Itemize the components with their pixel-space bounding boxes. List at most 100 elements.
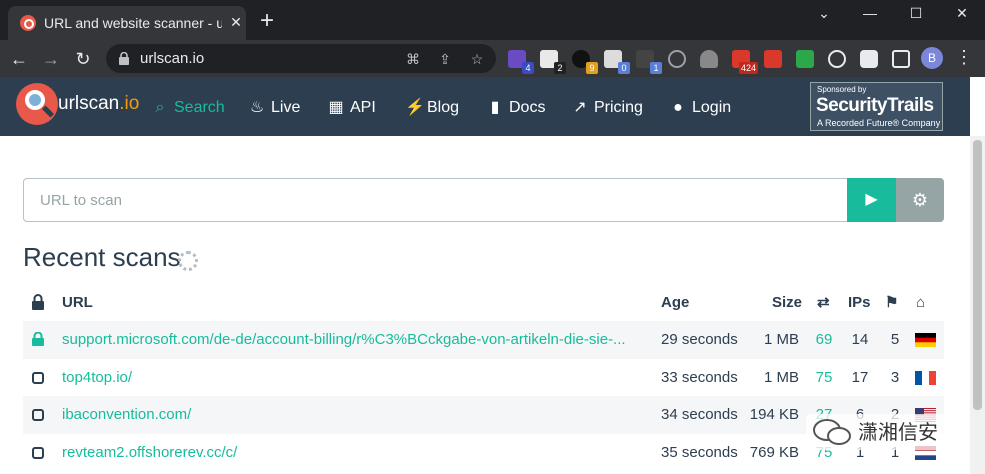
share-icon[interactable]: ⇪ xyxy=(436,50,454,68)
nav-pricing-label: Pricing xyxy=(594,99,643,116)
flag-icon[interactable]: ⚑ xyxy=(885,293,898,313)
address-bar[interactable]: urlscan.io ⌘ ⇪ ☆ xyxy=(106,44,496,73)
new-tab-button[interactable]: + xyxy=(256,9,278,33)
lock-icon xyxy=(119,52,129,65)
recent-scans-heading: Recent scans xyxy=(23,242,181,272)
bookmark-star-icon[interactable]: ☆ xyxy=(468,50,486,68)
nav-search[interactable]: ⌕ Search xyxy=(152,97,225,119)
sponsor-subtitle: A Recorded Future® Company xyxy=(817,118,941,128)
extension-2-icon[interactable]: 2 xyxy=(540,50,566,74)
fire-icon: ♨ xyxy=(249,99,265,116)
extension-10-icon[interactable] xyxy=(796,50,814,68)
logo-name: urlscan xyxy=(58,93,120,114)
table-row[interactable]: top4top.io/ 33 seconds 1 MB 75 17 3 xyxy=(23,359,944,397)
extension-8-icon[interactable]: 424 xyxy=(732,50,758,74)
extension-2-badge: 2 xyxy=(554,62,566,74)
address-text: urlscan.io xyxy=(140,50,205,67)
nav-live[interactable]: ♨ Live xyxy=(249,97,301,119)
extension-3-badge: 9 xyxy=(586,62,598,74)
user-icon: ● xyxy=(673,99,683,116)
extension-5-icon[interactable]: 1 xyxy=(636,50,662,74)
scan-size: 194 KB xyxy=(749,406,799,423)
nav-api[interactable]: ▦ API xyxy=(328,97,376,119)
watermark-text: 潇湘信安 xyxy=(858,422,938,444)
ips-column-header[interactable]: IPs xyxy=(848,293,871,313)
magnifier-handle xyxy=(41,105,55,118)
extension-5-badge: 1 xyxy=(650,62,662,74)
scan-requests[interactable]: 75 xyxy=(812,369,836,387)
logo-suffix: .io xyxy=(119,93,140,114)
scan-size: 1 MB xyxy=(763,369,799,386)
logo-text[interactable]: urlscan.io xyxy=(58,93,139,115)
urlscan-favicon-icon xyxy=(20,15,36,31)
age-column-header[interactable]: Age xyxy=(661,293,689,313)
scan-requests[interactable]: 69 xyxy=(812,331,836,349)
qrcode-icon: ▦ xyxy=(328,99,344,116)
scan-size: 769 KB xyxy=(749,444,799,461)
scan-ips: 17 xyxy=(851,369,869,386)
wechat-logo-icon xyxy=(813,419,851,445)
back-arrow-icon[interactable]: ← xyxy=(8,48,30,70)
size-column-header[interactable]: Size xyxy=(772,293,802,313)
nav-docs-label: Docs xyxy=(509,99,546,116)
forward-arrow-icon[interactable]: → xyxy=(40,48,62,70)
france-flag-icon xyxy=(915,371,936,385)
nav-search-label: Search xyxy=(174,99,225,116)
site-header: urlscan.io ⌕ Search ♨ Live ▦ API ⚡ Blog ▮ Doc… xyxy=(0,77,970,136)
external-link-icon: ↗ xyxy=(573,99,587,116)
tab-title: URL and website scanner - urlscan.io xyxy=(44,15,222,31)
extension-11-icon[interactable] xyxy=(828,50,846,68)
minimize-button[interactable]: — xyxy=(852,4,888,22)
gear-icon: ⚙ xyxy=(911,190,929,210)
reload-icon[interactable]: ↻ xyxy=(72,48,94,70)
sponsor-name: SecurityTrails xyxy=(816,95,934,116)
bookmark-icon: ▮ xyxy=(490,99,500,116)
scan-options-button[interactable]: ⚙ xyxy=(896,178,944,222)
extension-7-icon[interactable] xyxy=(700,50,718,68)
browser-tab[interactable]: URL and website scanner - urlscan.io ✕ xyxy=(8,6,246,40)
nav-live-label: Live xyxy=(271,99,301,116)
url-column-header[interactable]: URL xyxy=(62,293,93,313)
urlscan-logo-icon[interactable] xyxy=(16,83,58,125)
requests-transfer-icon[interactable]: ⇄ xyxy=(817,293,830,313)
extension-1-icon[interactable]: 4 xyxy=(508,50,534,74)
tab-search-button[interactable]: ⌄ xyxy=(806,4,842,22)
scan-countries: 3 xyxy=(890,369,900,386)
germany-flag-icon xyxy=(915,333,936,347)
page-scrollbar-thumb[interactable] xyxy=(973,140,982,410)
extension-3-icon[interactable]: 9 xyxy=(572,50,598,74)
extension-6-icon[interactable] xyxy=(668,50,686,68)
nav-login[interactable]: ● Login xyxy=(670,97,731,119)
translate-icon[interactable]: ⌘ xyxy=(404,50,422,68)
table-row[interactable]: support.microsoft.com/de-de/account-bill… xyxy=(23,321,944,359)
browser-toolbar: ← → ↻ urlscan.io ⌘ ⇪ ☆ 4 2 9 0 1 424 xyxy=(0,40,985,77)
sponsor-caption: Sponsored by xyxy=(817,85,867,94)
scan-ips: 14 xyxy=(851,331,869,348)
loading-spinner-icon xyxy=(178,251,198,271)
nav-login-label: Login xyxy=(692,99,732,116)
scan-size: 1 MB xyxy=(763,331,799,348)
home-icon[interactable]: ⌂ xyxy=(916,293,925,313)
profile-avatar[interactable]: B xyxy=(921,47,943,69)
search-icon: ⌕ xyxy=(155,99,165,116)
nav-api-label: API xyxy=(350,99,376,116)
extension-4-badge: 0 xyxy=(618,62,630,74)
close-window-button[interactable]: ✕ xyxy=(944,4,980,22)
sponsor-banner[interactable]: Sponsored by SecurityTrails A Recorded F… xyxy=(810,82,943,131)
nav-blog[interactable]: ⚡ Blog xyxy=(405,97,459,119)
tab-close-button[interactable]: ✕ xyxy=(228,14,244,30)
browser-menu-icon[interactable]: ⋮ xyxy=(955,46,973,68)
browser-titlebar: URL and website scanner - urlscan.io ✕ +… xyxy=(0,0,985,40)
maximize-button[interactable]: ☐ xyxy=(898,4,934,22)
extension-4-icon[interactable]: 0 xyxy=(604,50,630,74)
magnifier-icon xyxy=(25,90,45,110)
side-panel-icon[interactable] xyxy=(892,50,910,68)
bolt-icon: ⚡ xyxy=(405,99,425,116)
extension-9-icon[interactable] xyxy=(764,50,782,68)
nav-docs[interactable]: ▮ Docs xyxy=(487,97,546,119)
puzzle-extensions-icon[interactable] xyxy=(860,50,878,68)
nav-pricing[interactable]: ↗ Pricing xyxy=(572,97,643,119)
url-scan-input[interactable] xyxy=(23,178,848,222)
scan-submit-button[interactable]: ▶ xyxy=(847,178,896,222)
play-icon: ▶ xyxy=(865,191,878,208)
